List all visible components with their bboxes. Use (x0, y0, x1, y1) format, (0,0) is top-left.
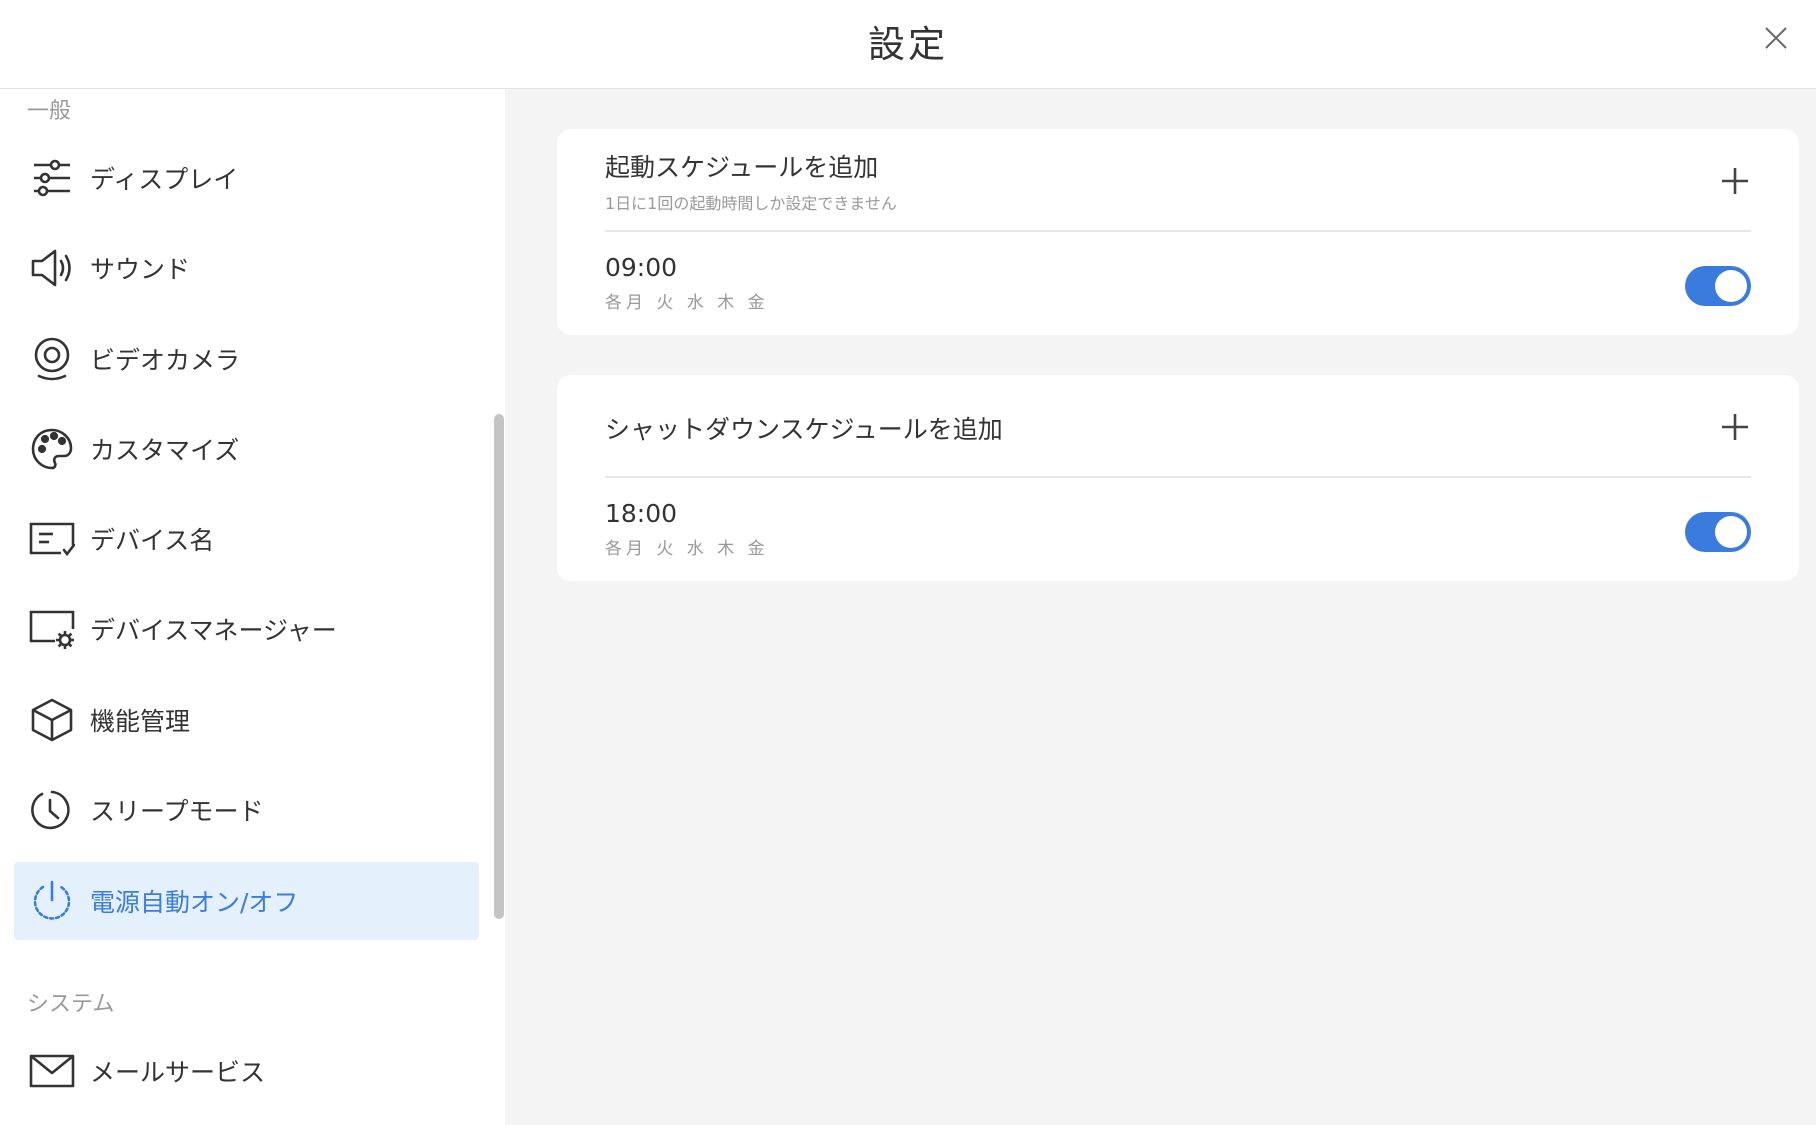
power-icon (28, 877, 76, 925)
sidebar-item-label: ビデオカメラ (90, 346, 241, 375)
toggle-knob (1715, 516, 1747, 548)
main-content: 起動スケジュールを追加 1日に1回の起動時間しか設定できません 09:00 各月… (505, 89, 1816, 1125)
sidebar-item-label: スリープモード (90, 797, 264, 826)
device-name-icon (28, 515, 76, 563)
header: 設定 (0, 0, 1816, 89)
page-title: 設定 (868, 23, 948, 66)
startup-days: 各月 火 水 木 金 (605, 293, 769, 313)
section-label-system: システム (27, 992, 115, 1017)
cube-icon (28, 696, 76, 744)
close-icon[interactable] (1760, 22, 1792, 54)
sidebar-item-label: デバイス名 (90, 526, 215, 555)
sidebar-item-label: サウンド (90, 255, 191, 284)
sidebar-item-camera[interactable]: ビデオカメラ (14, 320, 479, 398)
sidebar-item-feature-management[interactable]: 機能管理 (14, 681, 479, 759)
shutdown-schedule-header: シャットダウンスケジュールを追加 (605, 410, 1751, 446)
palette-icon (28, 425, 76, 473)
mail-icon (28, 1047, 76, 1095)
startup-toggle[interactable] (1685, 266, 1751, 306)
divider (605, 230, 1751, 232)
speaker-icon (28, 244, 76, 292)
sidebar-item-label: 機能管理 (90, 707, 191, 736)
sidebar-item-label: メールサービス (90, 1058, 266, 1087)
device-manager-icon (28, 605, 76, 653)
sidebar-item-customize[interactable]: カスタマイズ (14, 410, 479, 488)
sidebar-item-device-name[interactable]: デバイス名 (14, 500, 479, 578)
divider (605, 476, 1751, 478)
sidebar-item-sound[interactable]: サウンド (14, 229, 479, 307)
startup-schedule-subtitle: 1日に1回の起動時間しか設定できません (605, 194, 897, 213)
sidebar-item-device-manager[interactable]: デバイスマネージャー (14, 590, 479, 668)
sidebar-item-label: カスタマイズ (90, 436, 240, 465)
startup-schedule-header: 起動スケジュールを追加 1日に1回の起動時間しか設定できません (605, 148, 1751, 214)
toggle-knob (1715, 270, 1747, 302)
webcam-icon (28, 335, 76, 383)
shutdown-schedule-card: シャットダウンスケジュールを追加 18:00 各月 火 水 木 金 (557, 375, 1799, 581)
sidebar-item-label: 電源自動オン/オフ (90, 888, 299, 917)
sidebar-item-label: デバイスマネージャー (90, 616, 337, 645)
sidebar-item-mail-service[interactable]: メールサービス (14, 1032, 479, 1110)
sidebar-scrollbar[interactable] (494, 414, 504, 919)
shutdown-toggle[interactable] (1685, 512, 1751, 552)
sidebar: 一般 ディスプレイ サウンド ビデオカメラ カスタマイズ デバイス名 デバイスマ… (0, 89, 505, 1125)
add-startup-schedule-button[interactable] (1719, 165, 1751, 197)
shutdown-schedule-title: シャットダウンスケジュールを追加 (605, 415, 1003, 444)
section-label-general: 一般 (27, 99, 72, 124)
sidebar-item-display[interactable]: ディスプレイ (14, 139, 479, 217)
startup-schedule-title: 起動スケジュールを追加 (605, 153, 879, 182)
sliders-icon (28, 154, 76, 202)
clock-icon (28, 786, 76, 834)
add-shutdown-schedule-button[interactable] (1719, 411, 1751, 443)
sidebar-item-power-schedule[interactable]: 電源自動オン/オフ (14, 862, 479, 940)
startup-schedule-card: 起動スケジュールを追加 1日に1回の起動時間しか設定できません 09:00 各月… (557, 129, 1799, 335)
sidebar-item-sleep-mode[interactable]: スリープモード (14, 771, 479, 849)
startup-time[interactable]: 09:00 (605, 253, 677, 282)
shutdown-time[interactable]: 18:00 (605, 499, 677, 528)
sidebar-item-label: ディスプレイ (90, 165, 239, 194)
shutdown-days: 各月 火 水 木 金 (605, 539, 769, 559)
